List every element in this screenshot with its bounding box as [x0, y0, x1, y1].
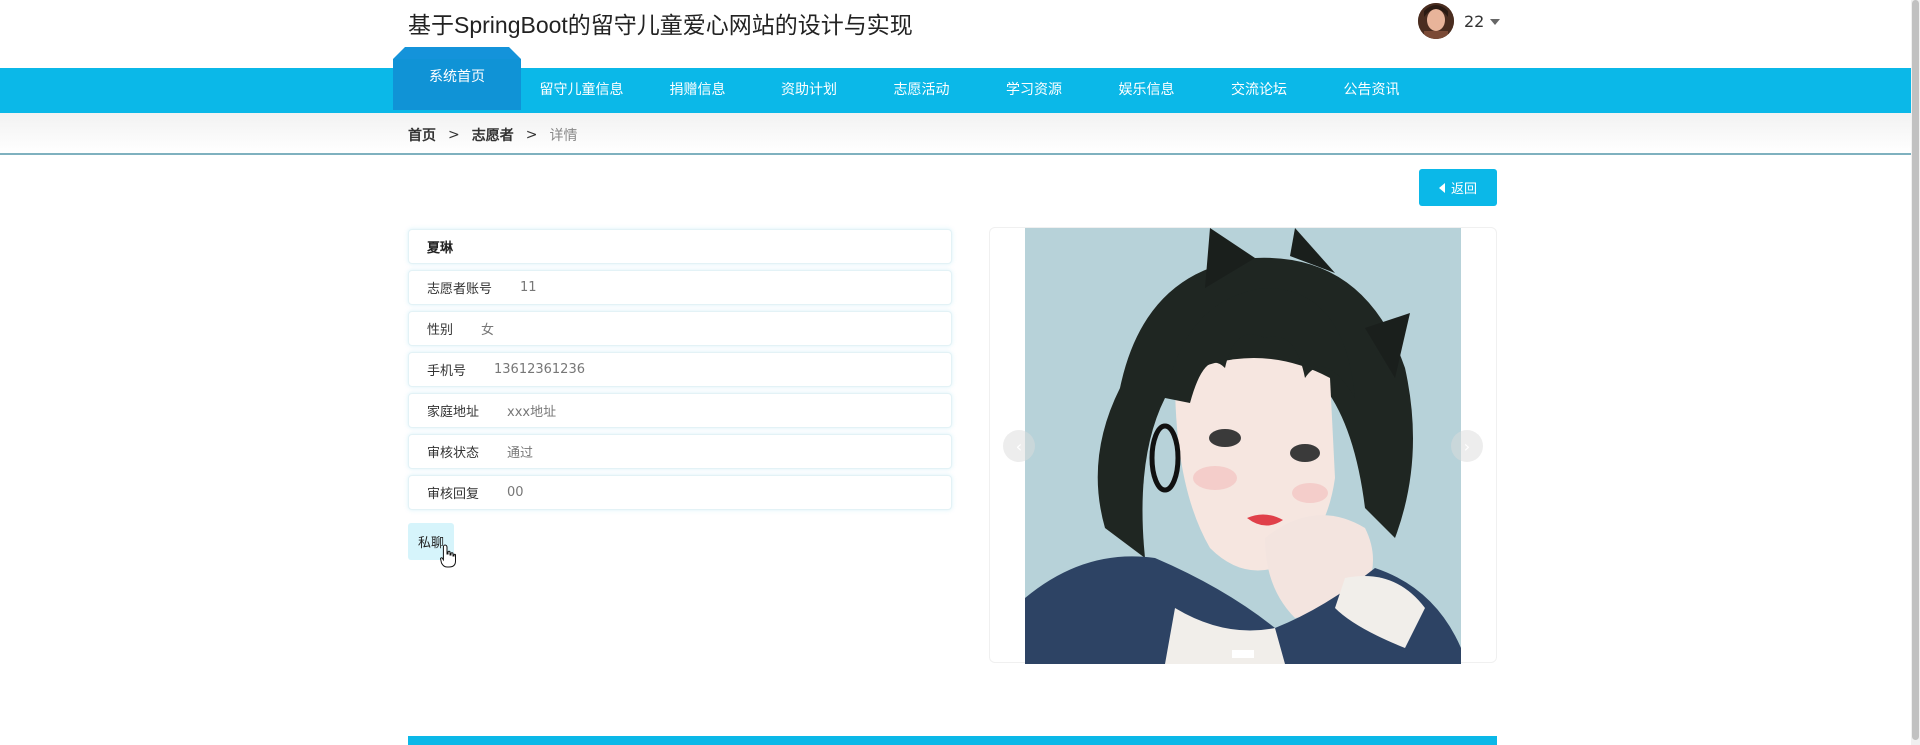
volunteer-detail: 夏琳 志愿者账号 11 性别 女 手机号 13612361236 家庭地址 xx… — [408, 229, 952, 516]
nav-item-learning-resources[interactable]: 学习资源 — [978, 68, 1090, 113]
avatar[interactable] — [1418, 3, 1454, 39]
footer-bar — [408, 736, 1497, 745]
detail-row: 性别 女 — [408, 311, 952, 346]
breadcrumb-section[interactable]: 志愿者 — [472, 125, 514, 145]
field-label: 性别 — [427, 323, 454, 338]
main-nav: 系统首页 留守儿童信息 捐赠信息 资助计划 志愿活动 学习资源 娱乐信息 交流论… — [0, 59, 1911, 113]
field-label: 家庭地址 — [427, 405, 480, 420]
vertical-scrollbar[interactable] — [1911, 0, 1920, 745]
field-value: 00 — [507, 485, 524, 500]
detail-row: 审核回复 00 — [408, 475, 952, 510]
nav-item-funding-plan[interactable]: 资助计划 — [753, 68, 865, 113]
field-value: 通过 — [507, 446, 534, 461]
nav-item-entertainment[interactable]: 娱乐信息 — [1090, 68, 1203, 113]
nav-item-home[interactable]: 系统首页 — [393, 59, 521, 110]
nav-item-volunteer-activity[interactable]: 志愿活动 — [865, 68, 978, 113]
field-value: 11 — [520, 280, 537, 295]
detail-row: 家庭地址 xxx地址 — [408, 393, 952, 428]
breadcrumb-separator: > — [525, 127, 538, 143]
detail-row: 志愿者账号 11 — [408, 270, 952, 305]
detail-name-row: 夏琳 — [408, 229, 952, 264]
field-value: 女 — [481, 323, 495, 338]
nav-item-donation-info[interactable]: 捐赠信息 — [642, 68, 753, 113]
volunteer-name: 夏琳 — [427, 241, 454, 256]
breadcrumb-current: 详情 — [549, 128, 578, 144]
site-title: 基于SpringBoot的留守儿童爱心网站的设计与实现 — [408, 12, 913, 38]
field-label: 志愿者账号 — [427, 282, 493, 297]
volunteer-photo — [1025, 228, 1461, 664]
carousel-next-button[interactable]: › — [1451, 430, 1483, 462]
nav-list: 系统首页 留守儿童信息 捐赠信息 资助计划 志愿活动 学习资源 娱乐信息 交流论… — [393, 59, 1428, 113]
scrollbar-thumb[interactable] — [1912, 0, 1919, 740]
breadcrumb: 首页 > 志愿者 > 详情 — [408, 125, 577, 145]
page: 基于SpringBoot的留守儿童爱心网站的设计与实现 22 系统首页 留守儿童… — [0, 0, 1920, 745]
field-label: 审核回复 — [427, 487, 480, 502]
field-label: 手机号 — [427, 364, 467, 379]
user-menu[interactable]: 22 — [1418, 3, 1501, 39]
breadcrumb-home[interactable]: 首页 — [408, 125, 436, 145]
hand-cursor-icon — [440, 544, 456, 568]
detail-row: 手机号 13612361236 — [408, 352, 952, 387]
field-value: xxx地址 — [507, 405, 557, 420]
chevron-down-icon[interactable] — [1490, 19, 1501, 25]
carousel-prev-button[interactable]: ‹ — [1003, 430, 1035, 462]
breadcrumb-band: 首页 > 志愿者 > 详情 — [0, 113, 1911, 155]
breadcrumb-separator: > — [448, 127, 460, 143]
field-value: 13612361236 — [494, 362, 585, 377]
user-name[interactable]: 22 — [1464, 12, 1484, 31]
nav-item-announcements[interactable]: 公告资讯 — [1315, 68, 1428, 113]
detail-row: 审核状态 通过 — [408, 434, 952, 469]
nav-item-forum[interactable]: 交流论坛 — [1203, 68, 1315, 113]
image-carousel: ‹ › — [989, 227, 1497, 664]
carousel-indicator[interactable] — [1232, 650, 1254, 658]
back-button-label: 返回 — [1450, 182, 1477, 197]
field-label: 审核状态 — [427, 446, 480, 461]
caret-left-icon — [1438, 182, 1445, 193]
nav-item-children-info[interactable]: 留守儿童信息 — [521, 68, 642, 113]
back-button[interactable]: 返回 — [1419, 169, 1497, 206]
